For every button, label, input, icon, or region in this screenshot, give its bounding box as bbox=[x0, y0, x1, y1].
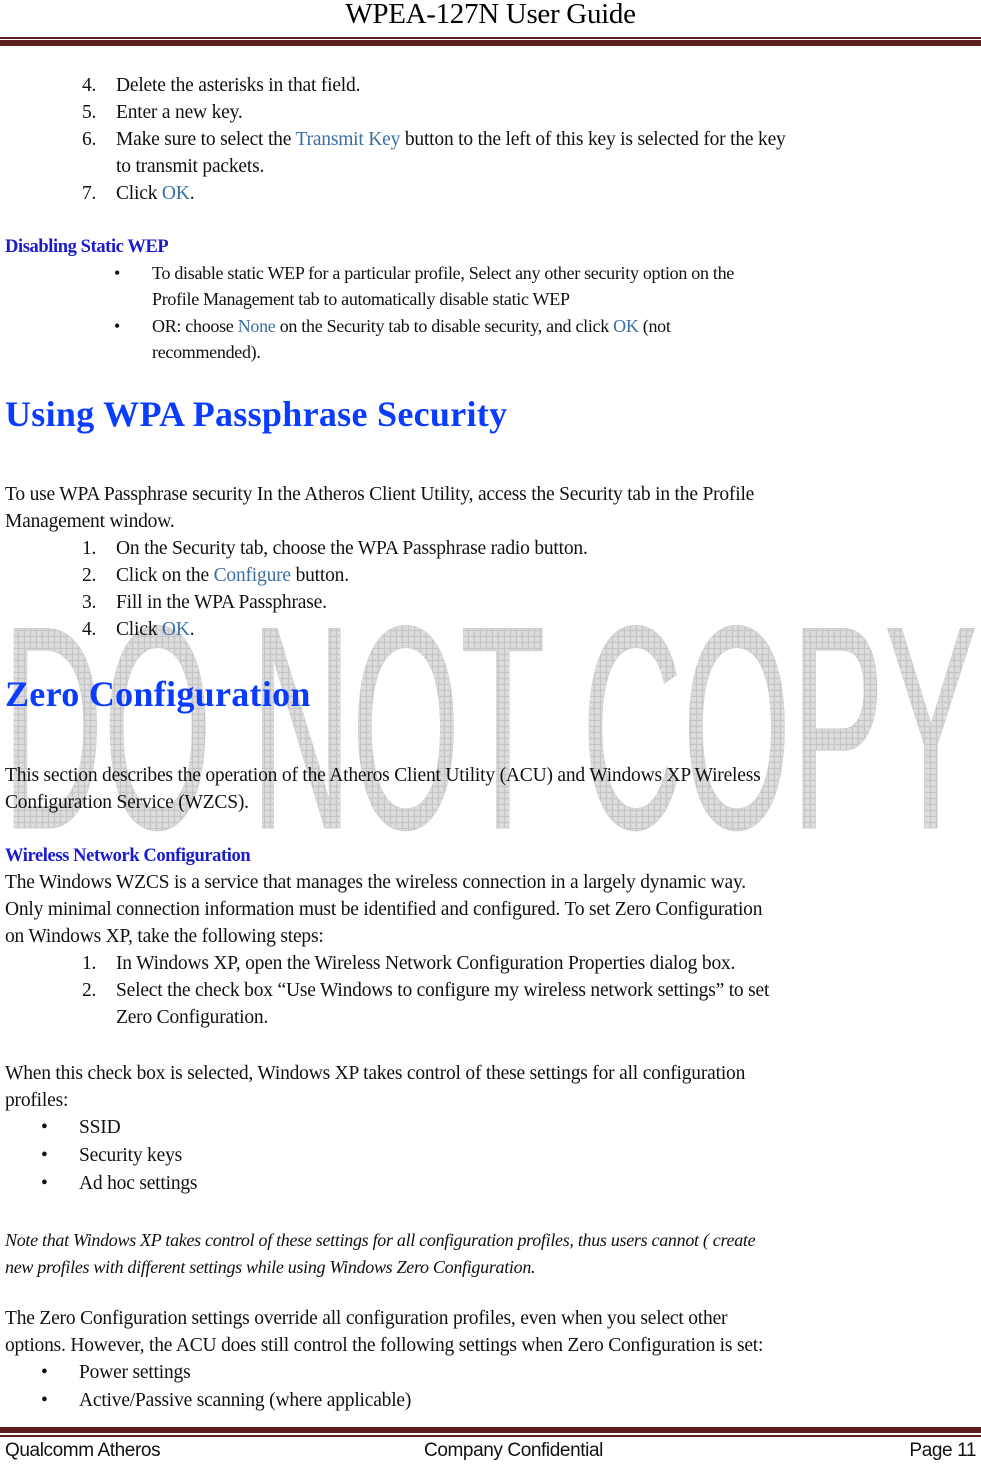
header-rule-thin bbox=[0, 37, 981, 39]
bullet-icon: • bbox=[41, 1390, 48, 1411]
bullet-icon: • bbox=[41, 1145, 48, 1166]
list-item: 7. Click OK. bbox=[82, 183, 195, 204]
section-subheading: Wireless Network Configuration bbox=[5, 846, 251, 866]
list-item: 1. On the Security tab, choose the WPA Pa… bbox=[82, 538, 588, 559]
paragraph-line: This section describes the operation of … bbox=[5, 765, 761, 786]
list-item: 2. Select the check box “Use Windows to c… bbox=[82, 980, 770, 1001]
paragraph-line: options. However, the ACU does still con… bbox=[5, 1335, 764, 1356]
ok-link: OK bbox=[613, 316, 639, 336]
list-item: 1. In Windows XP, open the Wireless Netwo… bbox=[82, 953, 736, 974]
bullet-icon: • bbox=[114, 263, 121, 283]
list-item: 4. Delete the asterisks in that field. bbox=[82, 75, 361, 96]
footer-confidential: Company Confidential bbox=[424, 1440, 603, 1461]
bullet-icon: • bbox=[41, 1173, 48, 1194]
bullet-icon: • bbox=[114, 316, 121, 336]
note-line: new profiles with different settings whi… bbox=[5, 1257, 536, 1277]
list-item: • Active/Passive scanning (where applicab… bbox=[41, 1390, 412, 1411]
list-item: 4. Click OK. bbox=[82, 619, 195, 640]
header-rule-thick bbox=[0, 40, 981, 46]
list-item: 5. Enter a new key. bbox=[82, 102, 243, 123]
bullet-icon: • bbox=[41, 1362, 48, 1383]
paragraph-line: The Windows WZCS is a service that manag… bbox=[5, 872, 746, 893]
header-title: WPEA-127N User Guide bbox=[345, 0, 636, 30]
note-line: Note that Windows XP takes control of th… bbox=[5, 1230, 756, 1250]
ok-link: OK bbox=[161, 183, 190, 204]
ok-link: OK bbox=[161, 619, 190, 640]
none-link: None bbox=[237, 316, 276, 336]
footer-page-number: Page 11 bbox=[909, 1440, 976, 1461]
list-item: • Power settings bbox=[41, 1362, 191, 1383]
list-item: 3. Fill in the WPA Passphrase. bbox=[82, 592, 327, 613]
footer-rule-thick bbox=[0, 1427, 981, 1433]
list-item: • Ad hoc settings bbox=[41, 1173, 198, 1194]
list-item: • SSID bbox=[41, 1117, 121, 1138]
transmit-key-link: Transmit Key bbox=[295, 129, 401, 150]
paragraph-line: When this check box is selected, Windows… bbox=[5, 1063, 746, 1084]
list-item-continuation: recommended). bbox=[152, 342, 261, 362]
footer-company: Qualcomm Atheros bbox=[5, 1440, 161, 1461]
paragraph-line: The Zero Configuration settings override… bbox=[5, 1308, 728, 1329]
list-item: • Security keys bbox=[41, 1145, 183, 1166]
list-item: 2. Click on the Configure button. bbox=[82, 565, 349, 586]
list-item-continuation: to transmit packets. bbox=[116, 156, 265, 177]
footer-rule-thin bbox=[0, 1435, 981, 1437]
bullet-icon: • bbox=[41, 1117, 48, 1138]
paragraph-line: Only minimal connection information must… bbox=[5, 899, 763, 920]
section-heading: Using WPA Passphrase Security bbox=[5, 394, 508, 434]
list-item: 6. Make sure to select the Transmit Key b… bbox=[82, 129, 786, 150]
paragraph-line: Management window. bbox=[5, 511, 175, 532]
paragraph-line: profiles: bbox=[5, 1090, 69, 1111]
paragraph-line: Configuration Service (WZCS). bbox=[5, 792, 249, 813]
section-subheading: Disabling Static WEP bbox=[5, 237, 169, 257]
paragraph-line: on Windows XP, take the following steps: bbox=[5, 926, 324, 947]
list-item-continuation: Zero Configuration. bbox=[116, 1007, 269, 1028]
list-item: • To disable static WEP for a particular … bbox=[114, 263, 734, 283]
list-item-continuation: Profile Management tab to automatically … bbox=[152, 289, 570, 309]
section-heading: Zero Configuration bbox=[5, 674, 311, 714]
list-item: • OR: choose None on the Security tab to … bbox=[114, 316, 671, 336]
configure-link: Configure bbox=[213, 565, 291, 586]
paragraph-line: To use WPA Passphrase security In the At… bbox=[5, 484, 755, 505]
